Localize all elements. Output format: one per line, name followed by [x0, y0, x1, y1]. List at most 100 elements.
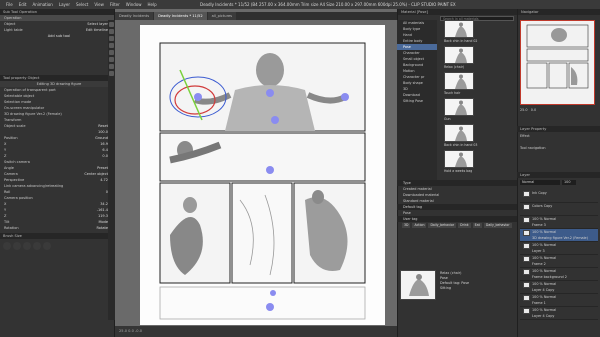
pen-icon[interactable] [109, 64, 114, 69]
property-label: Selection mode [4, 100, 32, 104]
page-artwork [159, 42, 366, 320]
material-thumbnail[interactable] [444, 98, 474, 116]
layer-row[interactable]: 100 % Normal Frame background 2 [520, 268, 598, 281]
property-label: 3D drawing figure Ver.2 (Female) [4, 112, 62, 116]
layer-sub-label: 3D drawing figure Ver.2 (Female) [532, 236, 588, 240]
user-tag[interactable]: Daily_behavior [428, 223, 457, 228]
menu-filter[interactable]: Filter [110, 2, 120, 7]
brush-size-preset[interactable] [43, 242, 51, 250]
layer-thumbnail [523, 256, 530, 262]
layer-row[interactable]: 100 % Normal Frame 3 [520, 216, 598, 229]
property-label: Transform [4, 118, 22, 122]
property-row[interactable]: Rotation Rotate [0, 225, 114, 231]
property-label: Angle [4, 166, 14, 170]
user-tag[interactable]: 3D [402, 223, 411, 228]
user-tag[interactable]: Action [412, 223, 427, 228]
menu-help[interactable]: Help [148, 2, 157, 7]
layer-row[interactable]: 100 % Normal Frame 2 [520, 255, 598, 268]
property-label: Camera position [4, 196, 33, 200]
save-icon[interactable] [109, 36, 114, 41]
preview-text: Sitting [440, 286, 451, 290]
opacity-field[interactable]: 100 [562, 180, 576, 185]
menu-file[interactable]: File [6, 2, 13, 7]
layer-row[interactable]: 100 % Normal Layer 4 Copy [520, 281, 598, 294]
material-thumbnail[interactable] [444, 72, 474, 90]
menu-layer[interactable]: Layer [59, 2, 70, 7]
menu-window[interactable]: Window [126, 2, 142, 7]
tab-deadly-incidents-11[interactable]: Deadly Incidents * 11/52 [154, 12, 207, 20]
undo-icon[interactable] [109, 22, 114, 27]
material-preview-image [400, 270, 436, 300]
layer-thumbnail [523, 295, 530, 301]
redo-icon[interactable] [109, 29, 114, 34]
blend-mode-select[interactable]: Normal [520, 180, 560, 185]
layer-thumbnail [523, 308, 530, 314]
user-tag[interactable]: Daily_behavior [483, 223, 512, 228]
layer-row[interactable]: 100 % Normal Layer 3 [520, 242, 598, 255]
property-label: Link camera advancing/retreating [4, 184, 64, 188]
add-sub-tool-button[interactable]: Add sub tool [0, 33, 114, 39]
property-label: Z [4, 154, 7, 158]
brush-size-preset[interactable] [33, 242, 41, 250]
select-icon[interactable] [109, 57, 114, 62]
layer-header: Layer [517, 172, 600, 178]
canvas-status-bar: 25.0 0.0 -0.0 [115, 326, 397, 337]
menu-select[interactable]: Select [76, 2, 88, 7]
material-tree-item[interactable]: Sitting Pose [397, 98, 437, 104]
tab-deadly-incidents[interactable]: Deadly Incidents [115, 12, 154, 20]
property-label: Perspective [4, 178, 25, 182]
property-label: On-screen manipulator [4, 106, 45, 110]
layer-row[interactable]: 100 % Normal Layer 4 Copy [520, 307, 598, 320]
layer-thumbnail [523, 204, 530, 210]
layer-thumbnail [523, 269, 530, 275]
layer-row[interactable]: Ink Copy [520, 190, 598, 203]
layer-thumbnail [523, 217, 530, 223]
brush-icon[interactable] [109, 71, 114, 76]
canvas-tabs: Deadly Incidents Deadly Incidents * 11/5… [115, 12, 397, 20]
material-thumbnail[interactable] [444, 20, 474, 38]
property-label: Switch camera [4, 160, 30, 164]
material-thumbnail[interactable] [444, 46, 474, 64]
property-label: Object scale [4, 124, 26, 128]
layer-row[interactable]: 100 % Normal 3D drawing figure Ver.2 (Fem… [520, 229, 598, 242]
tab-all-pictures[interactable]: all_pictures [207, 12, 237, 20]
material-thumbnail[interactable] [444, 150, 474, 168]
brush-size-preset[interactable] [3, 242, 11, 250]
menu-edit[interactable]: Edit [19, 2, 27, 7]
material-thumbnail-label: Hold a weeks bag [444, 169, 473, 173]
layer-name: Colors Copy [532, 204, 553, 208]
layer-row[interactable]: Colors Copy [520, 203, 598, 216]
layer-row[interactable]: 100 % Normal Frame 1 [520, 294, 598, 307]
move-icon[interactable] [109, 50, 114, 55]
material-thumbnail-label: Back chin in hand 03 [444, 143, 478, 147]
layer-name: Ink Copy [532, 191, 547, 195]
command-bar [108, 20, 115, 320]
property-label: Camera [4, 172, 18, 176]
layer-sub-label: Frame 2 [532, 262, 546, 266]
manga-page[interactable] [140, 25, 385, 325]
brush-size-preset[interactable] [13, 242, 21, 250]
brush-size-grid [0, 239, 114, 253]
navigator-zoom[interactable]: 25.0 0.0 [520, 107, 598, 113]
layer-sub-label: Frame background 2 [532, 275, 567, 279]
layer-thumbnail [523, 243, 530, 249]
navigator-preview[interactable] [520, 20, 595, 105]
layer-sub-label: Layer 4 Copy [532, 288, 555, 292]
material-thumbnail[interactable] [444, 124, 474, 142]
layer-sub-label: Frame 1 [532, 301, 546, 305]
user-tag[interactable]: Drink [458, 223, 471, 228]
property-label: Rotation [4, 226, 19, 230]
user-tag[interactable]: Eat [472, 223, 482, 228]
material-preview-info: Relax (chair) Pose Default tag: Pose Sit… [440, 271, 469, 291]
zoom-icon[interactable] [109, 43, 114, 48]
tool-navigation-label: Tool navigation [520, 146, 546, 150]
material-thumbnail-label: Touch hair [444, 91, 461, 95]
property-label: Roll [4, 190, 11, 194]
property-value[interactable]: Rotate [97, 225, 108, 231]
menu-view[interactable]: View [94, 2, 104, 7]
brush-size-preset[interactable] [23, 242, 31, 250]
menu-animation[interactable]: Animation [32, 2, 52, 7]
layer-sub-label: Layer 4 Copy [532, 314, 555, 318]
property-label: Z [4, 214, 7, 218]
property-label: Y [4, 208, 7, 212]
